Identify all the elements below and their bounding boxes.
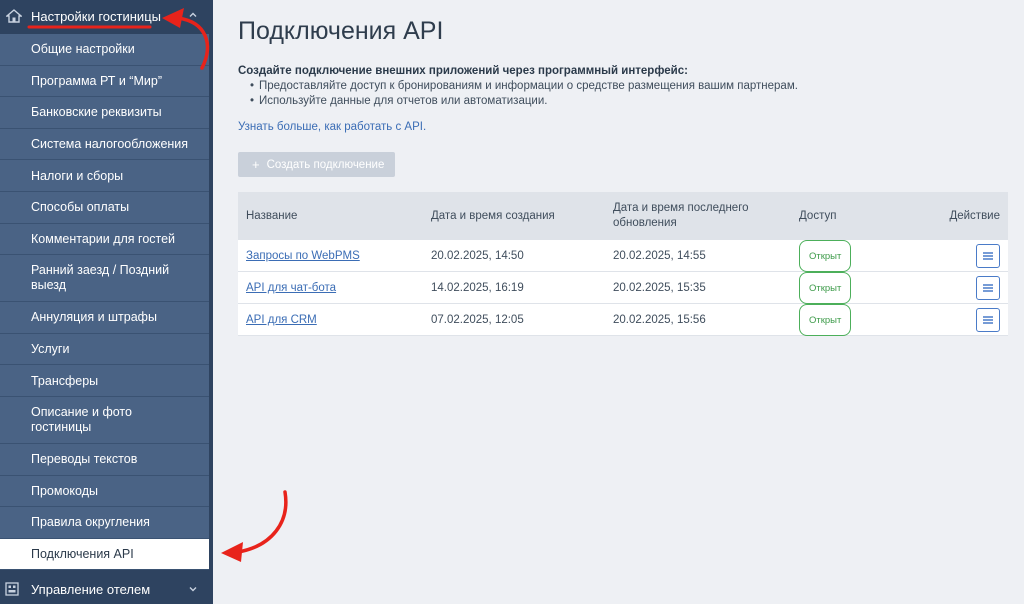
sidebar-item-api-connections[interactable]: Подключения API xyxy=(0,538,209,571)
sidebar-submenu: Общие настройки Программа РТ и “Мир” Бан… xyxy=(0,34,209,571)
main-content: Подключения API Создайте подключение вне… xyxy=(213,0,1024,604)
row-actions-button[interactable] xyxy=(976,244,1000,268)
sidebar-item-payment-methods[interactable]: Способы оплаты xyxy=(0,191,209,224)
created-datetime: 07.02.2025, 12:05 xyxy=(431,314,524,326)
sidebar-item-label: Налоги и сборы xyxy=(31,168,124,183)
sidebar-item-cancellation[interactable]: Аннуляция и штрафы xyxy=(0,302,209,334)
intro-lead: Создайте подключение внешних приложений … xyxy=(238,65,688,77)
updated-datetime: 20.02.2025, 14:55 xyxy=(613,250,706,262)
menu-icon xyxy=(983,252,993,260)
connection-name-link[interactable]: API для чат-бота xyxy=(246,272,336,304)
intro-bullet: Предоставляйте доступ к бронированиям и … xyxy=(238,79,798,94)
plus-icon: + xyxy=(252,157,260,172)
home-icon xyxy=(6,9,22,23)
sidebar-item-transfers[interactable]: Трансферы xyxy=(0,365,209,397)
sidebar-item-label: Промокоды xyxy=(31,483,98,498)
status-badge: Открыт xyxy=(799,240,852,272)
hotel-management-icon xyxy=(5,582,19,596)
sidebar-item-label: Способы оплаты xyxy=(31,200,130,215)
api-connections-table: Название Дата и время создания Дата и вр… xyxy=(238,192,1008,336)
sidebar-item-label: Услуги xyxy=(31,342,70,357)
menu-icon xyxy=(983,316,993,324)
sidebar-section-title: Настройки гостиницы xyxy=(31,9,161,24)
created-datetime: 20.02.2025, 14:50 xyxy=(431,250,524,262)
row-actions-button[interactable] xyxy=(976,308,1000,332)
table-row: Запросы по WebPMS 20.02.2025, 14:50 20.0… xyxy=(238,240,1008,272)
sidebar-item-early-late[interactable]: Ранний заезд / Поздний выезд xyxy=(0,255,209,303)
updated-datetime: 20.02.2025, 15:56 xyxy=(613,314,706,326)
sidebar-item-general-settings[interactable]: Общие настройки xyxy=(0,34,209,66)
intro-bullets: Предоставляйте доступ к бронированиям и … xyxy=(238,79,798,109)
sidebar-item-label: Банковские реквизиты xyxy=(31,105,162,120)
sidebar-item-services[interactable]: Услуги xyxy=(0,333,209,366)
sidebar-item-label: Аннуляция и штрафы xyxy=(31,310,157,325)
status-badge: Открыт xyxy=(799,304,852,336)
sidebar-item-taxes-fees[interactable]: Налоги и сборы xyxy=(0,160,209,192)
create-connection-label: Создать подключение xyxy=(266,158,385,171)
table-row: API для CRM 07.02.2025, 12:05 20.02.2025… xyxy=(238,304,1008,336)
sidebar-item-label: Трансферы xyxy=(31,373,99,388)
sidebar-item-label: Подключения API xyxy=(31,547,134,562)
sidebar-item-translations[interactable]: Переводы текстов xyxy=(0,443,209,476)
sidebar-item-label: Общие настройки xyxy=(31,42,135,57)
sidebar-item-rt-mir-program[interactable]: Программа РТ и “Мир” xyxy=(0,65,209,98)
sidebar-item-label: Комментарии для гостей xyxy=(31,231,176,246)
table-row: API для чат-бота 14.02.2025, 16:19 20.02… xyxy=(238,272,1008,304)
intro-bullet: Используйте данные для отчетов или автом… xyxy=(238,94,798,109)
intro-text: Создайте подключение внешних приложений … xyxy=(238,65,798,109)
sidebar-item-label: Правила округления xyxy=(31,515,150,530)
column-header-created[interactable]: Дата и время создания xyxy=(431,192,555,240)
sidebar-item-description-photos[interactable]: Описание и фото гостиницы xyxy=(0,396,209,444)
connection-name-link[interactable]: API для CRM xyxy=(246,304,317,336)
row-actions-button[interactable] xyxy=(976,276,1000,300)
sidebar-item-tax-system[interactable]: Система налогообложения xyxy=(0,128,209,161)
column-header-access[interactable]: Доступ xyxy=(799,192,836,240)
sidebar-section-hotel-management[interactable]: Управление отелем xyxy=(0,574,213,604)
updated-datetime: 20.02.2025, 15:35 xyxy=(613,282,706,294)
column-header-name[interactable]: Название xyxy=(246,192,297,240)
learn-more-link[interactable]: Узнать больше, как работать с API. xyxy=(238,121,426,133)
sidebar-item-label: Программа РТ и “Мир” xyxy=(31,73,162,88)
created-datetime: 14.02.2025, 16:19 xyxy=(431,282,524,294)
page-title: Подключения API xyxy=(238,17,444,45)
chevron-up-icon[interactable] xyxy=(188,10,198,20)
sidebar-item-label: Ранний заезд / Поздний выезд xyxy=(31,263,170,293)
column-header-action: Действие xyxy=(949,209,1000,222)
sidebar-section-title: Управление отелем xyxy=(31,582,151,597)
table-header: Название Дата и время создания Дата и вр… xyxy=(238,192,1008,240)
chevron-down-icon[interactable] xyxy=(188,584,198,594)
sidebar-item-rounding-rules[interactable]: Правила округления xyxy=(0,507,209,539)
sidebar-item-label: Переводы текстов xyxy=(31,452,138,467)
sidebar-item-label: Система налогообложения xyxy=(31,137,189,152)
sidebar: Настройки гостиницы Общие настройки Прог… xyxy=(0,0,213,604)
create-connection-button[interactable]: + Создать подключение xyxy=(238,152,395,177)
sidebar-item-promocodes[interactable]: Промокоды xyxy=(0,475,209,508)
menu-icon xyxy=(983,284,993,292)
sidebar-item-bank-details[interactable]: Банковские реквизиты xyxy=(0,97,209,129)
sidebar-item-label: Описание и фото гостиницы xyxy=(31,404,132,434)
connection-name-link[interactable]: Запросы по WebPMS xyxy=(246,240,360,272)
column-header-updated[interactable]: Дата и время последнего обновления xyxy=(613,192,763,240)
status-badge: Открыт xyxy=(799,272,852,304)
sidebar-item-guest-comments[interactable]: Комментарии для гостей xyxy=(0,223,209,256)
sidebar-section-hotel-settings[interactable]: Настройки гостиницы xyxy=(0,0,213,34)
